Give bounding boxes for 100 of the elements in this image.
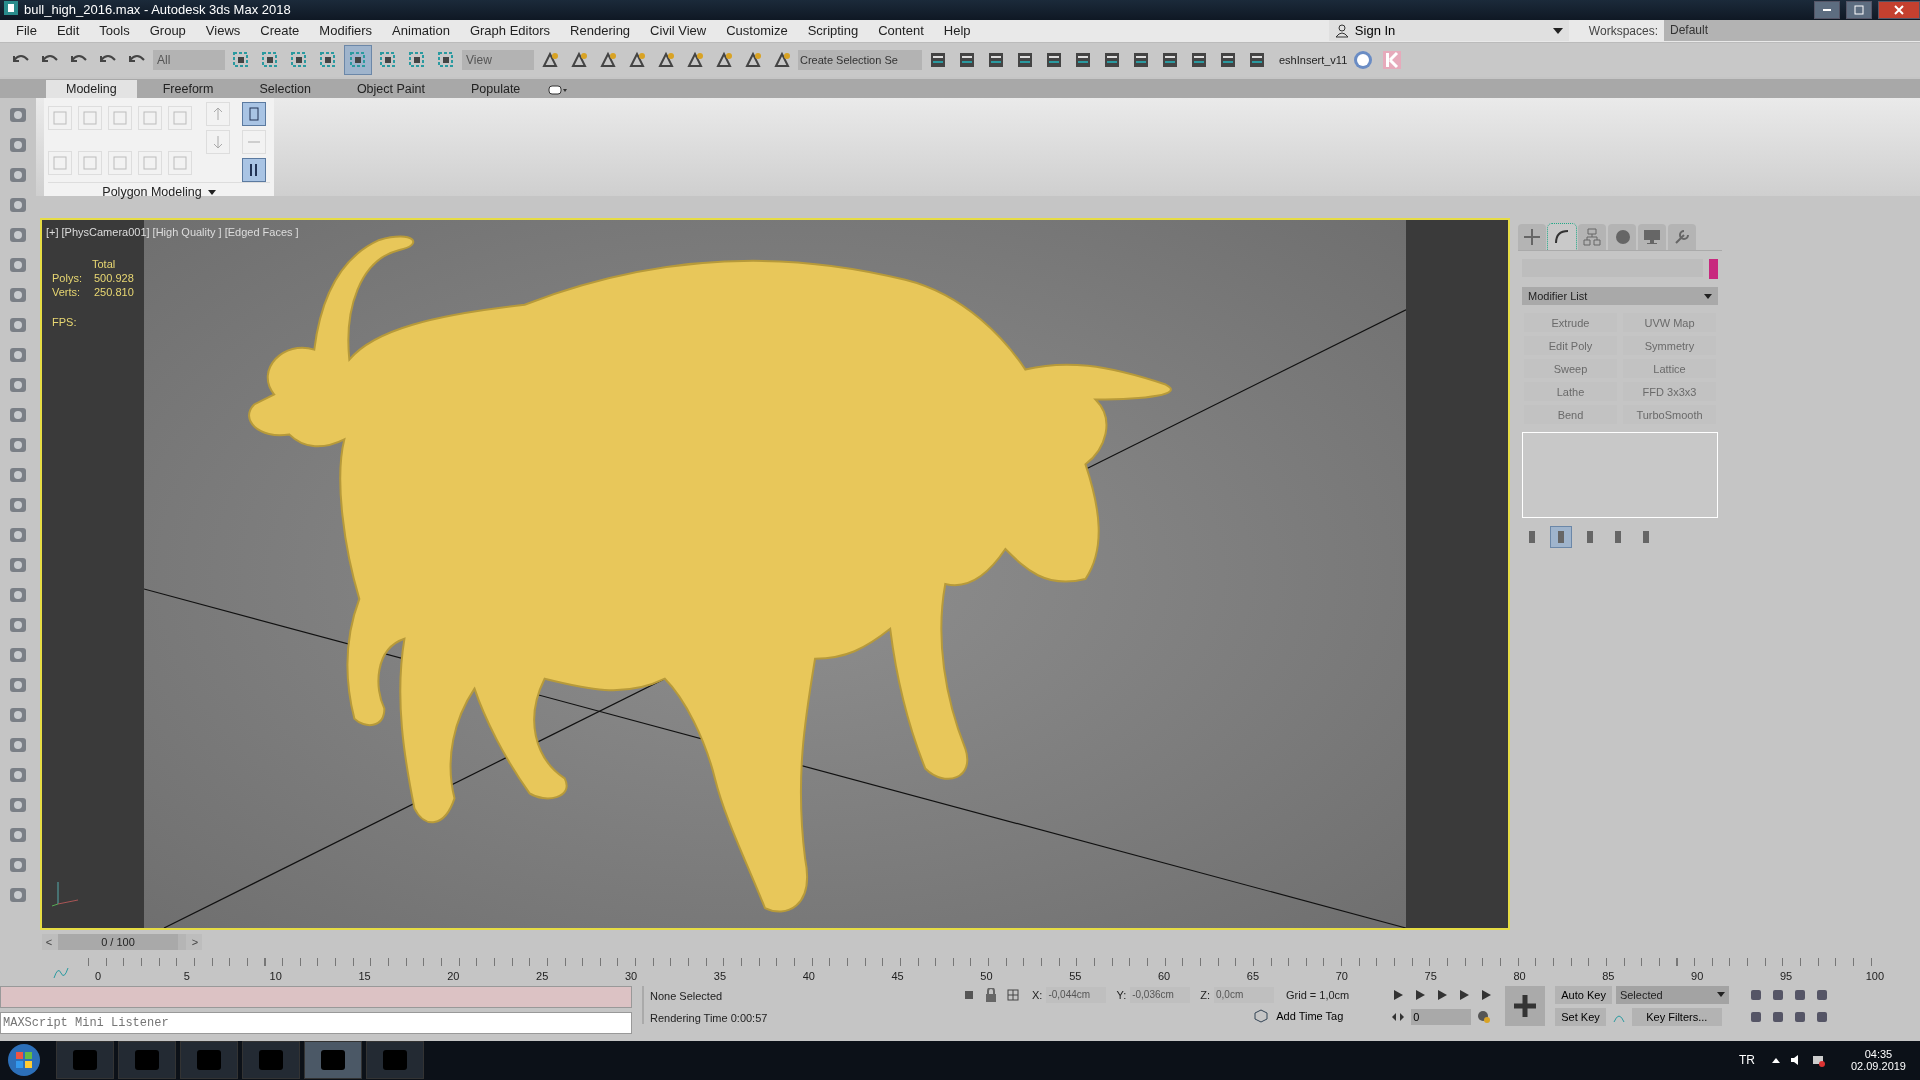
set-keys-button[interactable] [1505, 985, 1546, 1026]
minimize-button[interactable] [1814, 0, 1840, 19]
frame-tick-label: 90 [1691, 969, 1704, 982]
ribbon-tab[interactable]: Selection [239, 80, 331, 99]
frame-tick-label: 25 [536, 969, 549, 982]
frame-tick-label: 60 [1158, 969, 1171, 982]
key-filters-button[interactable]: Key Filters... [1631, 1007, 1722, 1026]
caret-icon [1552, 28, 1563, 34]
viewport-label[interactable]: [High Quality ] [152, 226, 222, 239]
modifier-list-dropdown[interactable]: Modifier List [1522, 287, 1718, 306]
coordinate-label: Z: [1200, 988, 1210, 1001]
fps-label: FPS: [52, 316, 78, 329]
clock-date[interactable]: 02.09.2019 [1850, 1060, 1906, 1073]
next-frame-button[interactable]: > [188, 936, 202, 949]
grid-size-label: Grid = 1,0cm [1286, 988, 1350, 1001]
menu-item[interactable]: Customize [718, 23, 800, 39]
coordinate-field[interactable]: -0,036cm [1130, 986, 1191, 1003]
coordinate-label: Y: [1116, 988, 1127, 1001]
frame-tick-label: 75 [1424, 969, 1437, 982]
stat-label: Verts: [52, 286, 82, 299]
show-end-result-icon[interactable] [242, 158, 266, 183]
utilities-tab[interactable] [1668, 224, 1696, 251]
cube-icon [1254, 1008, 1269, 1023]
stat-label: Polys: [52, 272, 83, 285]
reference-coordinate-dropdown[interactable]: View [462, 50, 534, 70]
menu-item[interactable]: Civil View [642, 23, 719, 39]
menu-item[interactable]: Edit [48, 23, 92, 39]
selection-filter-dropdown[interactable]: All [153, 50, 225, 70]
menu-item[interactable]: Create [252, 23, 312, 39]
frame-tick-label: 95 [1779, 969, 1793, 982]
caret-icon [1716, 992, 1725, 998]
frame-tick-label: 100 [1865, 969, 1885, 982]
set-key-button[interactable]: Set Key [1555, 1007, 1606, 1026]
previous-frame-button[interactable]: < [42, 936, 56, 949]
selection-status: None Selected [650, 989, 724, 1002]
frame-tick-label: 40 [802, 969, 815, 982]
frame-tick-label: 35 [713, 969, 727, 982]
track-bar[interactable]: 0 5 10 15 20 25 30 35 40 45 50 55 60 65 70 75 80 85 90 95 100 [88, 957, 1885, 982]
menu-item[interactable]: Views [197, 23, 253, 39]
auto-key-button[interactable]: Auto Key [1555, 985, 1612, 1004]
add-time-tag-button[interactable]: Add Time Tag [1248, 1007, 1350, 1024]
menu-item[interactable]: Help [935, 23, 983, 39]
menu-item[interactable]: Content [870, 23, 936, 39]
frame-tick-label: 20 [447, 969, 460, 982]
object-color-swatch[interactable] [1709, 259, 1718, 280]
ribbon-tab[interactable]: Modeling [46, 80, 137, 99]
start-button[interactable] [6, 1042, 42, 1079]
menu-item[interactable]: Group [141, 23, 198, 39]
workspace-dropdown[interactable]: Default [1664, 20, 1920, 42]
modify-tab[interactable] [1548, 224, 1576, 251]
stats-header: Total [91, 258, 117, 271]
coordinate-field[interactable]: -0,044cm [1046, 986, 1107, 1003]
key-mode-dropdown[interactable]: Selected [1615, 985, 1729, 1004]
menu-item[interactable]: Tools [91, 23, 142, 39]
caret-icon[interactable] [207, 189, 216, 195]
close-icon [1894, 4, 1904, 15]
menu-item[interactable]: Scripting [799, 23, 871, 39]
time-slider-thumb[interactable]: 0 / 100 [58, 934, 178, 951]
motion-tab[interactable] [1608, 224, 1636, 251]
time-slider[interactable]: < 0 / 100 > [42, 934, 202, 951]
minimize-icon [1823, 8, 1831, 11]
user-icon [1334, 24, 1349, 38]
menu-item[interactable]: Rendering [562, 23, 643, 39]
viewport-label[interactable]: [+] [46, 226, 59, 239]
menu-item[interactable]: File [8, 23, 49, 39]
maximize-button[interactable] [1846, 0, 1872, 19]
render-time-status: Rendering Time 0:00:57 [650, 1011, 769, 1024]
window-title: bull_high_2016.max - Autodesk 3ds Max 2018 [24, 2, 291, 18]
viewport[interactable]: [+] [PhysCamera001] [High Quality ] [Edged Faces ] Total Polys: 500.928 Verts: 250.810 FPS: [40, 218, 1510, 931]
script-output-field[interactable] [0, 985, 632, 1008]
stat-value: 500.928 [94, 272, 134, 285]
language-indicator[interactable]: TR [1738, 1053, 1755, 1068]
ribbon-tab[interactable]: Freeform [142, 80, 234, 99]
display-tab[interactable] [1638, 224, 1666, 251]
create-icon [1522, 227, 1542, 248]
ribbon-tab[interactable]: Populate [450, 80, 541, 99]
ribbon-tab[interactable]: Object Paint [336, 80, 445, 99]
menu-item[interactable]: Graph Editors [461, 23, 563, 39]
clock-time[interactable]: 04:35 [1864, 1048, 1893, 1061]
maxscript-listener-field[interactable]: MAXScript Mini Listener [0, 1011, 632, 1034]
maximize-icon [1854, 4, 1864, 15]
frame-tick-label: 80 [1513, 969, 1526, 982]
current-frame-field[interactable]: 0 [1411, 1008, 1472, 1025]
sign-in-button[interactable]: Sign In [1328, 20, 1569, 42]
caret-icon [1704, 293, 1712, 299]
stat-value: 250.810 [94, 286, 134, 299]
viewport-label[interactable]: [Edged Faces ] [224, 226, 299, 239]
close-button[interactable] [1878, 0, 1920, 19]
frame-tick-label: 15 [358, 969, 371, 982]
frame-tick-label: 70 [1335, 969, 1348, 982]
frame-tick-label: 5 [183, 969, 190, 982]
modify-mode-icon[interactable] [242, 102, 266, 127]
panel-title[interactable]: Polygon Modeling [102, 185, 202, 200]
menu-item[interactable]: Modifiers [311, 23, 385, 39]
coordinate-field[interactable]: 0,0cm [1214, 986, 1274, 1003]
named-selection-field[interactable]: Create Selection Se [798, 50, 922, 70]
script-label[interactable]: eshInsert_v11 [1279, 54, 1348, 66]
frame-tick-label: 55 [1069, 969, 1082, 982]
menu-item[interactable]: Animation [384, 23, 462, 39]
viewport-label[interactable]: [PhysCamera001] [61, 226, 150, 239]
